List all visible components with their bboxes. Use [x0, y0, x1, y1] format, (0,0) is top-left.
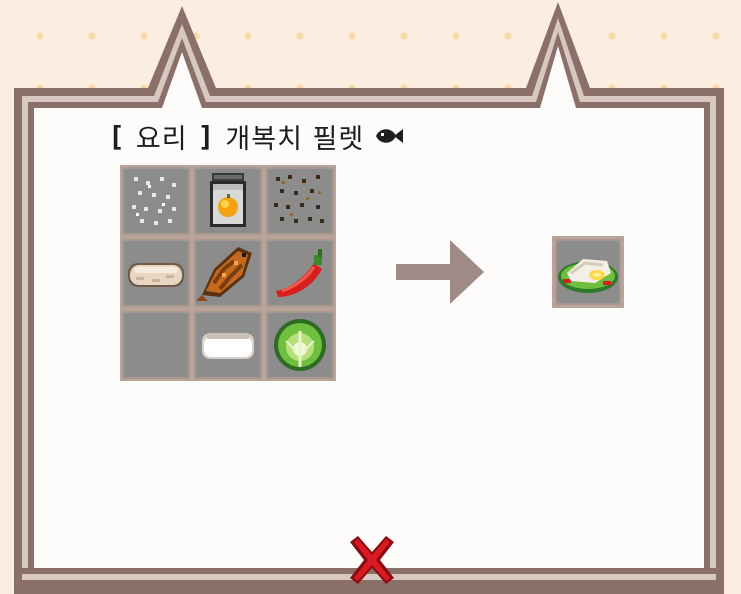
ingredient-slot[interactable]	[266, 167, 334, 235]
salt-icon	[132, 177, 176, 225]
recipe-panel-frame	[14, 2, 724, 594]
tofu-icon	[202, 333, 254, 359]
ingredient-slot[interactable]	[194, 239, 262, 307]
title-bracket-open: [	[108, 119, 126, 153]
dish-name: 개복치 필렛	[225, 123, 365, 155]
ingredient-slot[interactable]	[122, 167, 190, 235]
recipe-category: 요리	[135, 123, 188, 155]
oil-jar-icon	[210, 173, 246, 227]
title-bracket-close: ]	[197, 119, 216, 153]
close-x-icon[interactable]	[346, 534, 398, 586]
arrow-right-icon	[396, 240, 484, 304]
result-slot-frame	[552, 236, 624, 308]
ingredient-slot[interactable]	[194, 167, 262, 235]
ingredient-grid	[120, 165, 336, 381]
ingredient-slot[interactable]	[194, 311, 262, 379]
ingredient-slot-empty[interactable]	[122, 311, 190, 379]
chili-pepper-icon	[276, 249, 322, 297]
ingredient-slot[interactable]	[266, 239, 334, 307]
ingredient-slot[interactable]	[122, 239, 190, 307]
cabbage-icon	[274, 319, 326, 371]
bread-icon	[128, 263, 184, 287]
fish-fillet-dish-icon	[558, 259, 618, 293]
ingredient-slot[interactable]	[266, 311, 334, 379]
grilled-fish-icon	[196, 247, 252, 301]
result-slot[interactable]	[555, 239, 621, 305]
recipe-title: [ 요리 ] 개복치 필렛	[108, 116, 404, 156]
fish-icon	[376, 129, 404, 143]
pepper-icon	[274, 175, 324, 223]
